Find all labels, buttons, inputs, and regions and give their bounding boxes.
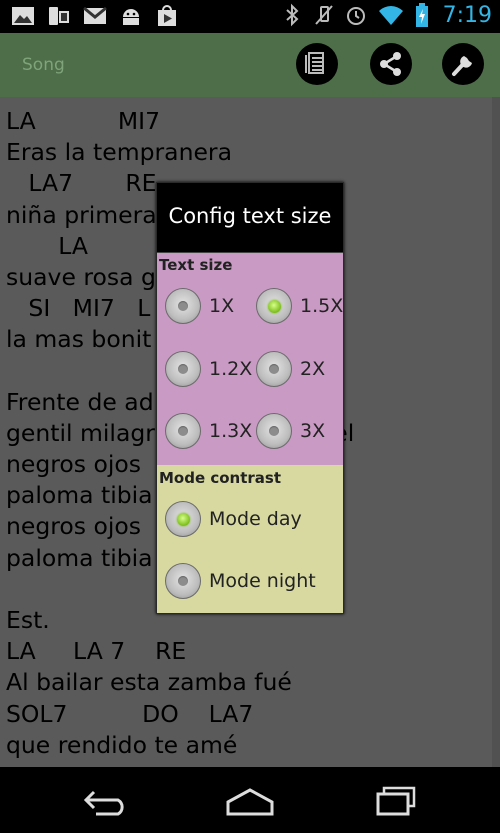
recent-apps-icon[interactable] [366, 784, 426, 816]
app-title: Song [22, 55, 65, 75]
radio-indicator [178, 576, 188, 586]
radio-indicator [269, 364, 279, 374]
radio-size-1-3x[interactable]: 1.3X [165, 413, 252, 449]
lyric-line: Al bailar esta zamba fué [6, 668, 292, 697]
settings-button[interactable] [442, 43, 484, 85]
wrench-icon [452, 56, 472, 76]
text-size-panel: Text size 1X 1.5X 1.2X 2X 1.3X 3X [157, 253, 343, 465]
mode-contrast-panel: Mode contrast Mode day Mode night [157, 465, 343, 613]
radio-label: 3X [300, 420, 326, 442]
radio-size-1-5x[interactable]: 1.5X [256, 288, 343, 324]
radio-indicator [178, 301, 188, 311]
lyric-line: LA MI7 [6, 107, 161, 135]
gmail-icon [83, 6, 107, 24]
action-bar: Song [0, 33, 500, 97]
radio-size-1-2x[interactable]: 1.2X [165, 351, 252, 387]
radio-label: Mode day [209, 508, 302, 530]
device-icon [49, 7, 69, 25]
wifi-icon [378, 6, 403, 26]
radio-label: Mode night [209, 570, 316, 592]
back-icon[interactable] [74, 784, 134, 816]
alarm-icon [346, 7, 365, 25]
radio-indicator [178, 426, 188, 436]
radio-label: 1.2X [209, 358, 253, 380]
lyric-line: LA LA 7 RE [6, 637, 187, 666]
battery-icon [415, 3, 428, 27]
home-icon[interactable] [220, 784, 280, 816]
radio-size-1x[interactable]: 1X [165, 288, 234, 324]
play-store-icon [158, 5, 176, 26]
lyric-line: que rendido te amé [6, 730, 238, 759]
navigation-bar [0, 767, 500, 833]
gallery-icon [12, 7, 34, 25]
radio-indicator [269, 426, 279, 436]
lyric-line: SOL7 DO LA7 [6, 699, 254, 728]
system-icons: 7:19 [281, 2, 492, 28]
radio-indicator [178, 364, 188, 374]
lyric-line: Eras la tempranera [6, 138, 232, 167]
radio-indicator-selected [176, 512, 190, 526]
share-icon [380, 52, 401, 76]
config-text-size-dialog: Config text size Text size 1X 1.5X 1.2X … [156, 182, 344, 614]
status-bar: 7:19 [0, 0, 500, 33]
radio-label: 1.3X [209, 420, 253, 442]
scroll-edge [492, 97, 500, 767]
radio-label: 1.5X [300, 295, 344, 317]
share-button[interactable] [370, 43, 412, 85]
radio-mode-night[interactable]: Mode night [165, 563, 316, 599]
text-size-icon [305, 52, 324, 74]
text-size-button[interactable] [296, 43, 338, 85]
notification-icons [10, 4, 180, 28]
mute-icon [314, 5, 333, 25]
mode-contrast-label: Mode contrast [159, 469, 282, 487]
radio-indicator-selected [267, 299, 281, 313]
text-size-label: Text size [159, 256, 233, 274]
clock: 7:19 [442, 2, 492, 28]
radio-size-3x[interactable]: 3X [256, 413, 325, 449]
android-icon [123, 9, 139, 25]
radio-size-2x[interactable]: 2X [256, 351, 325, 387]
radio-mode-day[interactable]: Mode day [165, 501, 302, 537]
bluetooth-icon [285, 3, 299, 27]
radio-label: 2X [300, 358, 326, 380]
radio-label: 1X [209, 295, 235, 317]
dialog-title: Config text size [157, 183, 343, 253]
